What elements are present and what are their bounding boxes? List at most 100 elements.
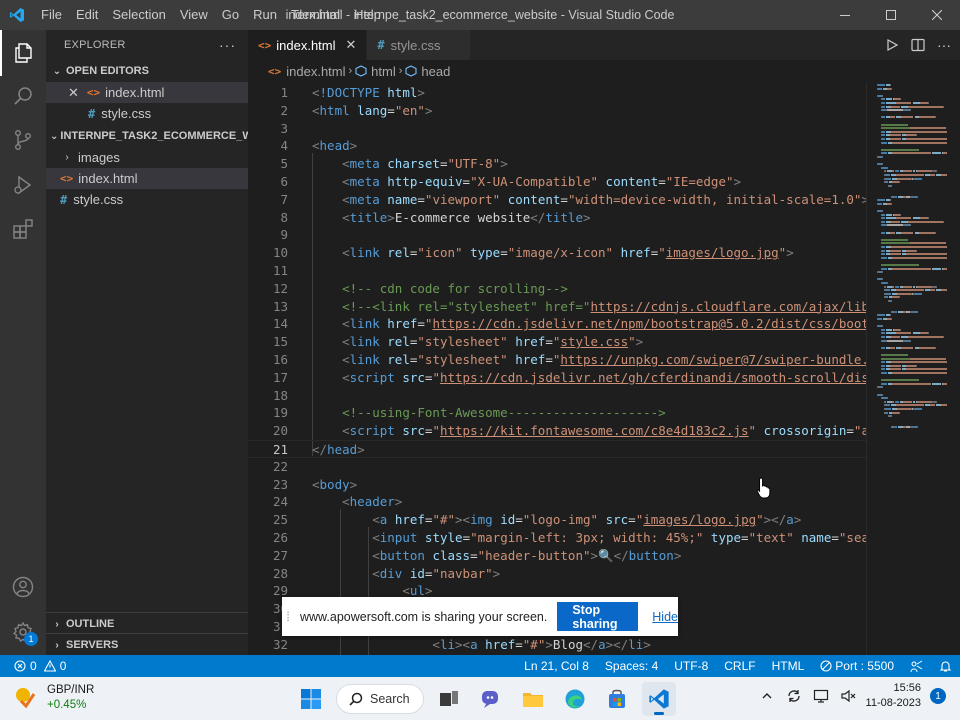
code-line: 10 <link rel="icon" type="image/x-icon" … (248, 244, 866, 262)
minimap-stroke (885, 289, 890, 292)
open-editors-section[interactable]: ⌄ OPEN EDITORS (46, 60, 248, 82)
vscode-taskbar-icon[interactable] (642, 682, 676, 716)
notification-badge[interactable]: 1 (930, 688, 946, 704)
minimap-stroke (889, 314, 891, 317)
run-debug-icon[interactable] (0, 162, 46, 208)
source-control-icon[interactable] (0, 117, 46, 163)
start-button[interactable] (294, 682, 328, 716)
menu-terminal[interactable]: Terminal (284, 0, 347, 30)
outline-section[interactable]: › OUTLINE (46, 612, 248, 635)
close-tab-icon[interactable]: ✕ (346, 37, 357, 53)
maximize-button[interactable] (868, 0, 914, 30)
code-line: 24 <header> (248, 493, 866, 511)
cursor-position[interactable]: Ln 21, Col 8 (516, 659, 597, 673)
breadcrumb-head-label: head (421, 63, 451, 79)
line-number: 19 (272, 405, 288, 421)
breadcrumb-html[interactable]: html (355, 64, 396, 79)
minimap-stroke (902, 170, 912, 173)
minimize-button[interactable] (822, 0, 868, 30)
open-editor-item-style[interactable]: # style.css (46, 103, 248, 124)
taskbar-search[interactable]: Search (336, 684, 424, 714)
drag-handle-icon[interactable]: ⁞ (282, 609, 294, 624)
minimap-stroke (908, 336, 944, 338)
line-number: 2 (280, 102, 288, 118)
search-icon[interactable] (0, 73, 46, 119)
close-window-button[interactable] (914, 0, 960, 30)
menu-help[interactable]: Help (347, 0, 388, 30)
tab-style-css[interactable]: # style.css (367, 30, 472, 60)
encoding[interactable]: UTF-8 (666, 659, 716, 673)
chevron-up-icon[interactable] (758, 687, 776, 705)
live-server-port[interactable]: Port : 5500 (812, 659, 902, 673)
minimap-stroke (917, 170, 931, 173)
volume-muted-icon[interactable] (839, 687, 857, 705)
explorer-icon[interactable] (0, 30, 46, 76)
code-editor[interactable]: 1 <!DOCTYPE html> 2 <html lang="en"> 3 4 <head… (248, 82, 866, 655)
port-label: Port : 5500 (835, 659, 894, 673)
market-widget[interactable]: GBP/INR +0.45% (14, 683, 94, 713)
code-line: 25 <a href="#"><img id="logo-img" src="i… (248, 511, 866, 529)
file-explorer-icon[interactable] (516, 682, 550, 716)
run-icon[interactable] (882, 35, 902, 55)
menu-go[interactable]: Go (215, 0, 246, 30)
menu-run[interactable]: Run (246, 0, 284, 30)
minimap-stroke (881, 231, 886, 234)
servers-section[interactable]: › SERVERS (46, 633, 248, 656)
stop-sharing-button[interactable]: Stop sharing (557, 602, 639, 631)
edge-browser-icon[interactable] (558, 682, 592, 716)
tree-item-index-html[interactable]: <> index.html (46, 168, 248, 189)
code-line: 1 <!DOCTYPE html> (248, 84, 866, 102)
teams-chat-icon[interactable] (474, 682, 508, 716)
indentation[interactable]: Spaces: 4 (597, 659, 666, 673)
minimap-stroke (881, 325, 883, 328)
feedback-icon[interactable] (902, 660, 931, 673)
tree-item-images[interactable]: › images (46, 147, 248, 168)
minimap-stroke (929, 289, 936, 292)
more-actions-icon[interactable]: ··· (219, 37, 236, 53)
project-folder-section[interactable]: ⌄ INTERNPE_TASK2_ECOMMERCE_WE... (46, 125, 248, 147)
manage-gear-icon[interactable]: 1 (0, 609, 46, 655)
minimap-stroke (910, 242, 947, 245)
menu-view[interactable]: View (173, 0, 215, 30)
clock[interactable]: 15:56 11-08-2023 (866, 681, 921, 711)
more-actions-icon[interactable]: ··· (934, 35, 954, 55)
breadcrumb-file[interactable]: <> index.html (268, 64, 346, 79)
extensions-icon[interactable] (0, 206, 46, 252)
language-mode[interactable]: HTML (764, 659, 813, 673)
minimap-stroke (896, 400, 899, 403)
tree-item-style-css[interactable]: # style.css (46, 189, 248, 210)
code-line: 13 <!--<link rel="stylesheet" href="http… (248, 298, 866, 316)
hide-link[interactable]: Hide (652, 610, 678, 624)
menu-edit[interactable]: Edit (69, 0, 105, 30)
minimap[interactable] (866, 82, 960, 655)
code-line: 14 <link href="https://cdn.jsdelivr.net/… (248, 315, 866, 333)
minimap-stroke (885, 285, 887, 288)
minimap-stroke (889, 368, 901, 371)
menu-selection[interactable]: Selection (105, 0, 172, 30)
split-editor-icon[interactable] (908, 35, 928, 55)
close-editor-icon[interactable]: ✕ (68, 85, 79, 101)
microsoft-store-icon[interactable] (600, 682, 634, 716)
network-icon[interactable] (812, 687, 830, 705)
minimap-stroke (892, 256, 947, 259)
open-editor-item-index[interactable]: ✕ <> index.html (46, 82, 248, 103)
minimap-stroke (942, 152, 947, 155)
minimap-stroke (881, 102, 886, 104)
minimap-stroke (902, 285, 912, 288)
breadcrumb-head[interactable]: head (405, 64, 450, 79)
notifications-bell-icon[interactable] (931, 660, 960, 673)
end-of-line[interactable]: CRLF (716, 659, 763, 673)
minimap-stroke (920, 231, 934, 234)
minimap-stroke (881, 246, 886, 248)
accounts-icon[interactable] (0, 564, 46, 610)
sync-icon[interactable] (785, 687, 803, 705)
minimap-stroke (896, 217, 912, 220)
tree-item-label: images (78, 150, 120, 165)
problems-indicator[interactable]: 0 0 (0, 659, 66, 673)
task-view-icon[interactable] (432, 682, 466, 716)
minimap-stroke (898, 296, 900, 299)
minimap-stroke (892, 152, 930, 155)
minimap-stroke (891, 296, 899, 299)
menu-file[interactable]: File (34, 0, 69, 30)
tab-index-html[interactable]: <> index.html ✕ (248, 30, 368, 60)
